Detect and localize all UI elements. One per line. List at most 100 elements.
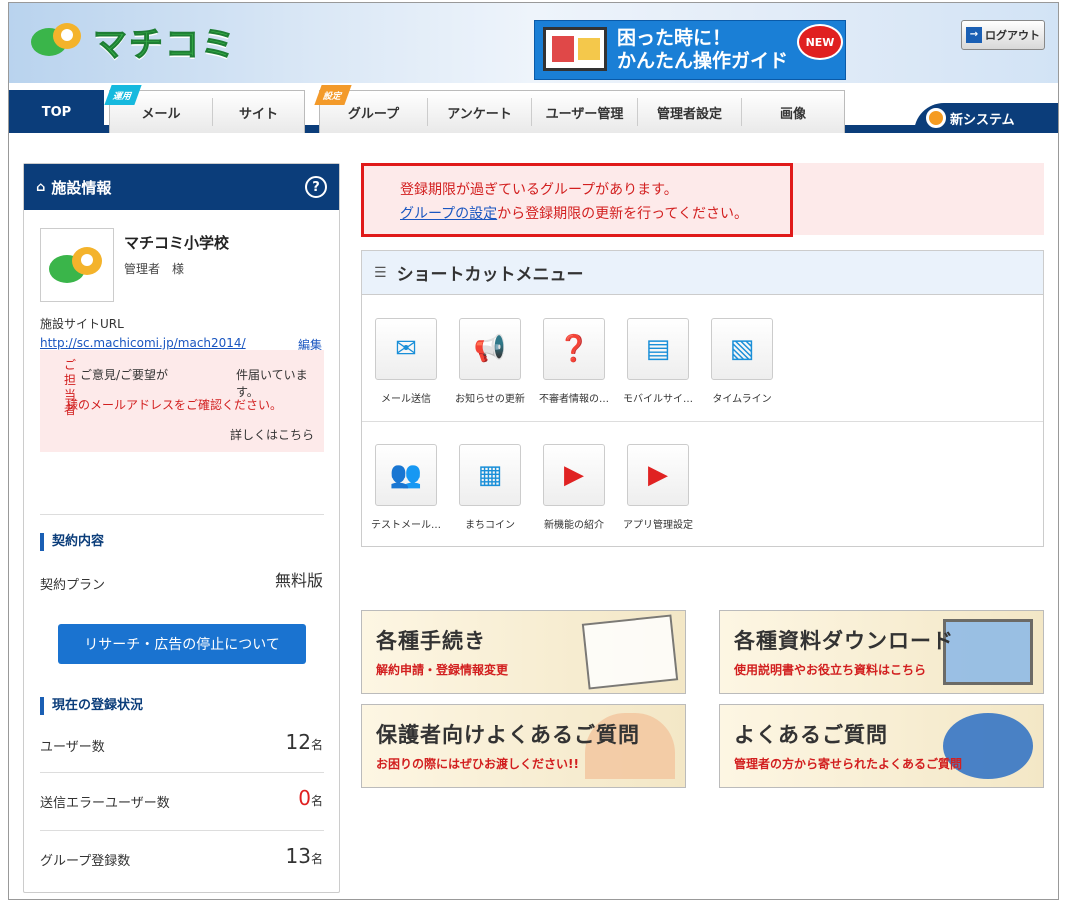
plan-label: 契約プラン <box>40 578 106 593</box>
shortcut-label: 新機能の紹介 <box>544 520 604 531</box>
tab-mail-label: メール <box>141 106 181 122</box>
sidebar-title: 施設情報 <box>51 178 112 197</box>
facility-logo-icon <box>49 247 102 283</box>
shortcut-header: ☰ ショートカットメニュー <box>362 251 1043 295</box>
alert-box: 登録期限が過ぎているグループがあります。 グループの設定から登録期限の更新を行っ… <box>361 163 793 237</box>
shortcut-label: まちコイン <box>465 520 515 531</box>
divider <box>40 772 324 773</box>
stat-errors-value: 0名 <box>298 786 323 810</box>
banner-subtitle: お困りの際にはぜひお渡しください!! <box>376 757 579 771</box>
group-settings-link[interactable]: グループの設定 <box>400 206 497 222</box>
tab-group-settings: 設定 グループ アンケート ユーザー管理 管理者設定 画像 <box>314 85 845 133</box>
guide-line2: かんたん操作ガイド <box>617 50 789 72</box>
list-icon: ☰ <box>374 264 387 281</box>
home-icon: ⌂ <box>36 179 46 195</box>
stat-unit: 名 <box>310 738 323 752</box>
operation-guide-banner[interactable]: 困った時に！ かんたん操作ガイド NEW <box>534 20 846 80</box>
notice-more-link[interactable]: 詳しくはこちら <box>230 426 314 443</box>
banner-title: 保護者向けよくあるご質問 <box>376 723 640 747</box>
computer-download-illustration <box>943 619 1033 685</box>
shortcut-label: タイムライン <box>712 394 772 405</box>
tab-user-management-label: ユーザー管理 <box>545 106 624 122</box>
guide-line1: 困った時に！ <box>617 27 732 49</box>
stat-groups-value: 13名 <box>286 844 323 868</box>
banner-title: よくあるご質問 <box>734 723 888 747</box>
calendar-icon: ▦ <box>459 444 521 506</box>
shortcut-news-update[interactable]: 📢 お知らせの更新 <box>448 318 532 405</box>
facility-role: 管理者 様 <box>124 262 185 276</box>
tab-top[interactable]: TOP <box>9 90 104 133</box>
banner-subtitle: 解約申請・登録情報変更 <box>376 663 509 677</box>
documents-illustration <box>581 614 679 690</box>
shortcut-app-settings[interactable]: ▶ アプリ管理設定 <box>616 444 700 531</box>
tab-admin-settings-label: 管理者設定 <box>656 106 722 122</box>
shortcut-test-mail[interactable]: 👥 テストメール… <box>364 444 448 531</box>
banner-title: 各種手続き <box>376 629 486 653</box>
video-play-icon: ▶ <box>543 444 605 506</box>
main-nav: TOP 運用 メール サイト 設定 グループ アンケート ユーザー管理 管理者設… <box>9 83 1058 133</box>
alert-line1: 登録期限が過ぎているグループがあります。 <box>400 182 678 198</box>
gear-icon <box>926 108 946 128</box>
banner-downloads[interactable]: 各種資料ダウンロード 使用説明書やお役立ち資料はこちら <box>719 610 1044 694</box>
alert-line2-wrap: グループの設定から登録期限の更新を行ってください。 <box>400 202 790 226</box>
logo-text: マチコミ <box>93 25 237 66</box>
mobile-page-icon: ▤ <box>627 318 689 380</box>
tab-site-label: サイト <box>238 106 278 122</box>
megaphone-icon: 📢 <box>459 318 521 380</box>
banner-subtitle: 使用説明書やお役立ち資料はこちら <box>734 663 927 677</box>
new-system-label: 新システム <box>950 112 1015 128</box>
expired-group-alert: 登録期限が過ぎているグループがあります。 グループの設定から登録期限の更新を行っ… <box>361 163 1044 237</box>
new-system-link[interactable]: 新システム <box>914 103 1058 133</box>
shortcut-machi-coin[interactable]: ▦ まちコイン <box>448 444 532 531</box>
shortcut-title: ショートカットメニュー <box>396 265 584 285</box>
shortcut-mail-send[interactable]: ✉ メール送信 <box>364 318 448 405</box>
site-url-label: 施設サイトURL <box>40 317 124 331</box>
tab-site[interactable]: サイト <box>213 98 304 126</box>
header: マチコミ 困った時に！ かんたん操作ガイド NEW → ログアウト <box>9 3 1058 83</box>
tab-admin-settings[interactable]: 管理者設定 <box>638 98 742 126</box>
new-badge: NEW <box>797 24 843 60</box>
app-frame: マチコミ 困った時に！ かんたん操作ガイド NEW → ログアウト TOP 運用… <box>8 2 1059 900</box>
stat-unit: 名 <box>310 852 323 866</box>
shortcut-suspicious-person[interactable]: ❓ 不審者情報の… <box>532 318 616 405</box>
shortcut-mobile-site[interactable]: ▤ モバイルサイ… <box>616 318 700 405</box>
notice-line1: ご意見/ご要望が <box>80 368 169 382</box>
users-icon: 👥 <box>375 444 437 506</box>
site-url-link[interactable]: http://sc.machicomi.jp/mach2014/ <box>40 336 246 350</box>
facility-sidebar: ⌂ 施設情報 ? マチコミ小学校 管理者 様 施設サイトURL http://s… <box>23 163 340 893</box>
research-ads-stop-button[interactable]: リサーチ・広告の停止について <box>58 624 306 664</box>
video-play-icon: ▶ <box>627 444 689 506</box>
shortcut-menu: ☰ ショートカットメニュー ✉ メール送信 📢 お知らせの更新 ❓ 不審者情報の… <box>361 250 1044 547</box>
tab-images-label: 画像 <box>779 106 806 122</box>
tab-top-label: TOP <box>41 104 72 120</box>
logout-icon: → <box>966 27 982 43</box>
notice-line2: 様のメールアドレスをご確認ください。 <box>66 398 283 412</box>
notice-line1b: 件届いています。 <box>236 368 308 399</box>
envelope-icon: ✉ <box>375 318 437 380</box>
tab-images[interactable]: 画像 <box>742 98 844 126</box>
banner-procedures[interactable]: 各種手続き 解約申請・登録情報変更 <box>361 610 686 694</box>
tab-survey[interactable]: アンケート <box>428 98 532 126</box>
stat-unit: 名 <box>310 794 323 808</box>
logout-label: ログアウト <box>985 29 1040 42</box>
stat-errors-number: 0 <box>298 786 311 810</box>
stat-users-number: 12 <box>285 730 311 754</box>
banner-subtitle: 管理者の方から寄せられたよくあるご質問 <box>734 757 963 771</box>
timeline-icon: ▧ <box>711 318 773 380</box>
monitor-icon <box>543 27 607 71</box>
tab-group-operation: 運用 メール サイト <box>104 85 305 133</box>
shortcut-label: アプリ管理設定 <box>623 520 693 531</box>
logout-button[interactable]: → ログアウト <box>961 20 1045 50</box>
help-icon[interactable]: ? <box>305 176 327 198</box>
banner-parent-faq[interactable]: 保護者向けよくあるご質問 お困りの際にはぜひお渡しください!! <box>361 704 686 788</box>
shortcut-new-features[interactable]: ▶ 新機能の紹介 <box>532 444 616 531</box>
divider <box>40 830 324 831</box>
alert-line2: から登録期限の更新を行ってください。 <box>497 206 749 222</box>
banner-admin-faq[interactable]: よくあるご質問 管理者の方から寄せられたよくあるご質問 <box>719 704 1044 788</box>
shortcut-divider <box>362 421 1043 422</box>
tab-user-management[interactable]: ユーザー管理 <box>532 98 638 126</box>
tab-group-label: グループ <box>347 106 400 122</box>
logo[interactable]: マチコミ <box>29 17 237 66</box>
sidebar-header: ⌂ 施設情報 ? <box>24 164 339 210</box>
shortcut-timeline[interactable]: ▧ タイムライン <box>700 318 784 405</box>
